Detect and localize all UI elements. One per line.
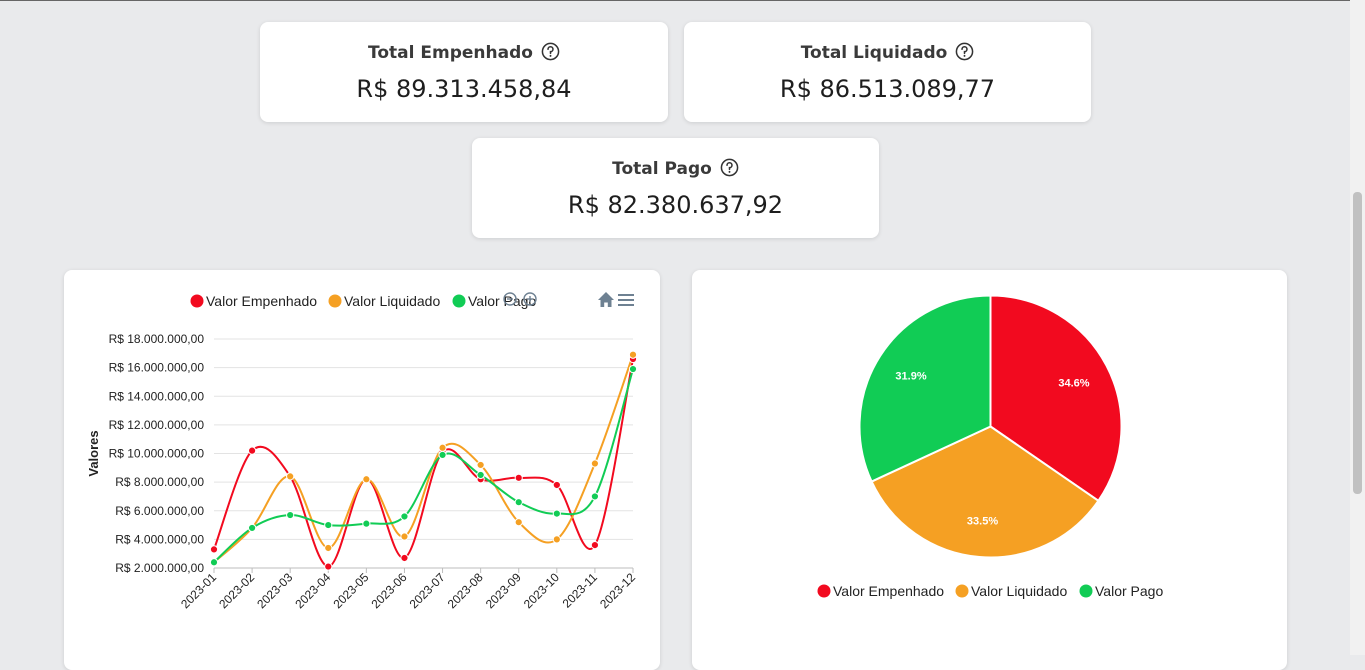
- y-tick-label: R$ 10.000.000,00: [109, 447, 205, 461]
- pie-slice-label: 34.6%: [1058, 378, 1089, 390]
- x-tick-label: 2023-05: [330, 570, 371, 611]
- x-tick-label: 2023-08: [445, 570, 486, 611]
- card-title: Total Empenhado: [368, 43, 533, 63]
- help-icon[interactable]: [955, 42, 974, 66]
- legend-label[interactable]: Valor Liquidado: [344, 293, 440, 309]
- top-border: [0, 0, 1365, 1]
- data-point[interactable]: [590, 541, 600, 550]
- x-tick-label: 2023-10: [521, 570, 562, 611]
- data-point[interactable]: [476, 470, 485, 480]
- data-point[interactable]: [552, 480, 561, 490]
- legend-marker[interactable]: [328, 294, 342, 308]
- help-icon[interactable]: [720, 158, 739, 182]
- data-point[interactable]: [514, 498, 523, 507]
- data-point[interactable]: [286, 510, 295, 520]
- series-line: [213, 358, 634, 568]
- y-tick-label: R$ 4.000.000,00: [115, 532, 204, 546]
- legend-label[interactable]: Valor Pago: [1095, 583, 1163, 599]
- y-tick-label: R$ 8.000.000,00: [115, 475, 204, 489]
- legend-marker[interactable]: [955, 584, 969, 598]
- y-axis-title: Valores: [86, 430, 101, 476]
- y-tick-label: R$ 14.000.000,00: [109, 389, 205, 403]
- data-point[interactable]: [400, 553, 409, 563]
- data-point[interactable]: [286, 472, 295, 481]
- legend-label[interactable]: Valor Liquidado: [971, 583, 1067, 599]
- card-total-empenhado: Total Empenhado R$ 89.313.458,84: [260, 22, 668, 122]
- card-title-row: Total Liquidado: [684, 42, 1091, 66]
- legend-label[interactable]: Valor Pago: [468, 293, 536, 309]
- menu-icon[interactable]: [618, 294, 634, 306]
- legend-marker[interactable]: [190, 294, 204, 308]
- line-chart: Valor Empenhado Valor Liquidado Valor Pago…: [86, 292, 638, 611]
- card-title: Total Liquidado: [800, 43, 948, 63]
- x-tick-label: 2023-04: [292, 570, 333, 611]
- legend-label[interactable]: Valor Empenhado: [206, 293, 317, 309]
- data-point[interactable]: [628, 364, 638, 374]
- data-point[interactable]: [324, 562, 333, 571]
- x-tick-label: 2023-11: [560, 570, 601, 611]
- x-tick-label: 2023-06: [369, 570, 410, 611]
- pie-chart: 34.6% 33.5% 31.9% Valor Empenhado Valor Liqu…: [817, 294, 1163, 599]
- data-point[interactable]: [552, 509, 561, 518]
- y-tick-label: R$ 16.000.000,00: [109, 361, 205, 375]
- data-point[interactable]: [400, 532, 409, 541]
- y-tick-label: R$ 12.000.000,00: [109, 418, 205, 432]
- data-point[interactable]: [362, 519, 371, 528]
- y-tick-label: R$ 2.000.000,00: [115, 561, 204, 575]
- x-tick-label: 2023-12: [597, 570, 638, 611]
- x-tick-label: 2023-09: [483, 570, 524, 611]
- x-tick-label: 2023-02: [216, 570, 257, 611]
- card-title-row: Total Empenhado: [260, 42, 668, 66]
- data-point[interactable]: [324, 520, 333, 530]
- legend-marker[interactable]: [452, 294, 466, 308]
- card-title: Total Pago: [612, 159, 712, 179]
- line-chart-card: Valor Empenhado Valor Liquidado Valor Pago…: [64, 270, 660, 670]
- card-total-pago: Total Pago R$ 82.380.637,92: [472, 138, 879, 238]
- legend-marker[interactable]: [1079, 584, 1093, 598]
- card-value: R$ 89.313.458,84: [356, 75, 572, 103]
- pie-slice-label: 31.9%: [895, 371, 926, 383]
- card-value: R$ 86.513.089,77: [779, 75, 996, 103]
- data-point[interactable]: [590, 459, 600, 468]
- y-tick-label: R$ 18.000.000,00: [109, 332, 205, 346]
- home-icon[interactable]: [598, 292, 614, 307]
- card-value: R$ 82.380.637,92: [567, 191, 784, 219]
- data-point[interactable]: [590, 492, 600, 501]
- x-tick-label: 2023-07: [407, 570, 448, 611]
- data-point[interactable]: [209, 545, 219, 554]
- legend-marker[interactable]: [817, 584, 831, 598]
- scrollbar[interactable]: [1350, 0, 1365, 655]
- data-point[interactable]: [247, 446, 257, 455]
- pie-chart-card: 34.6% 33.5% 31.9% Valor Empenhado Valor Liqu…: [692, 270, 1287, 670]
- data-point[interactable]: [476, 460, 485, 470]
- series-line: [213, 368, 634, 564]
- y-tick-label: R$ 6.000.000,00: [115, 504, 204, 518]
- data-point[interactable]: [324, 543, 333, 553]
- data-point[interactable]: [438, 450, 447, 460]
- data-point[interactable]: [400, 512, 409, 521]
- data-point[interactable]: [514, 518, 523, 527]
- x-tick-label: 2023-01: [178, 570, 219, 611]
- scrollbar-thumb[interactable]: [1353, 192, 1362, 494]
- card-title-row: Total Pago: [472, 158, 879, 182]
- x-tick-label: 2023-03: [254, 570, 295, 611]
- data-point[interactable]: [362, 475, 371, 484]
- data-point[interactable]: [628, 350, 638, 359]
- pie-slice-label: 33.5%: [967, 515, 998, 527]
- data-point[interactable]: [247, 523, 257, 533]
- data-point[interactable]: [438, 443, 447, 452]
- data-point[interactable]: [514, 473, 523, 482]
- data-point[interactable]: [552, 535, 561, 544]
- card-total-liquidado: Total Liquidado R$ 86.513.089,77: [684, 22, 1091, 122]
- data-point[interactable]: [209, 558, 219, 567]
- help-icon[interactable]: [541, 42, 560, 66]
- legend-label[interactable]: Valor Empenhado: [833, 583, 944, 599]
